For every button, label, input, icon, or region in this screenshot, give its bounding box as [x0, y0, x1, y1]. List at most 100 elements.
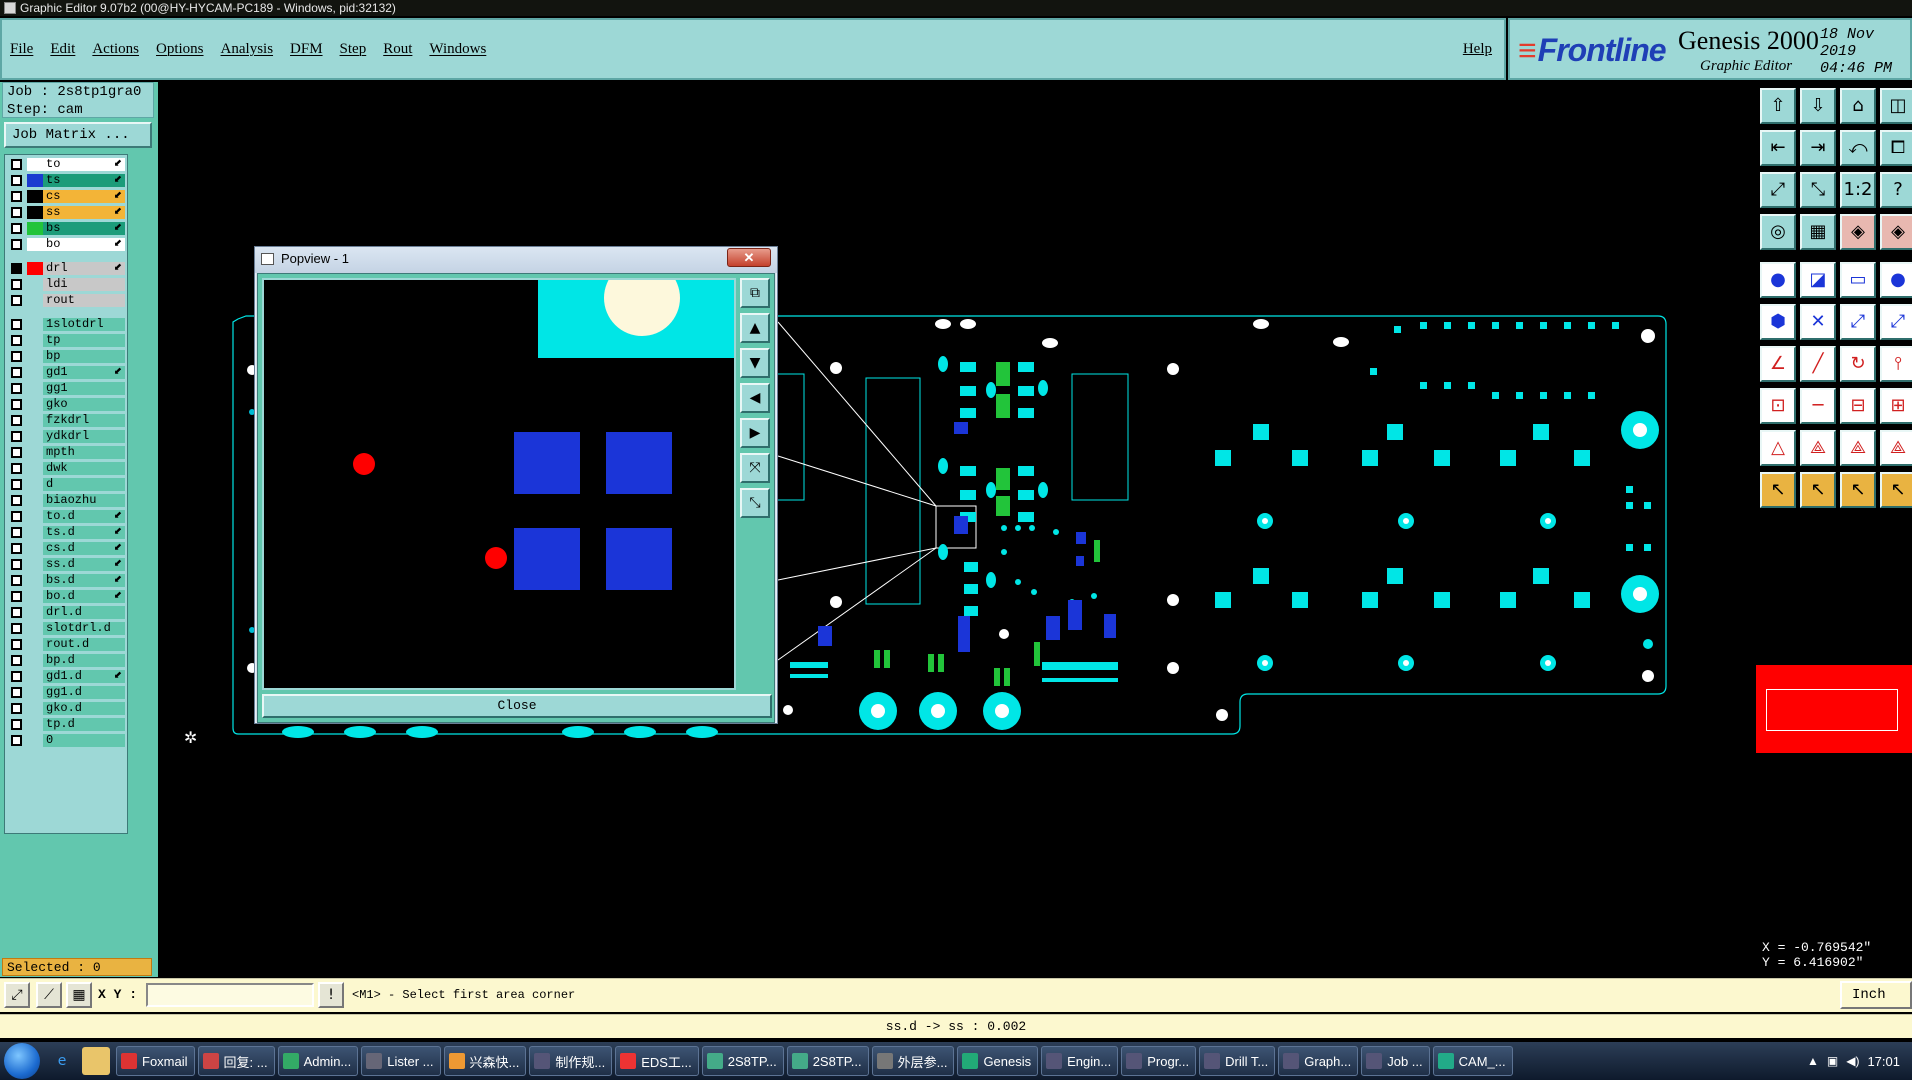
start-button[interactable]	[4, 1043, 40, 1079]
layer-row-biaozhu[interactable]: biaozhu	[8, 494, 126, 507]
pad-icon[interactable]: ●	[1760, 262, 1796, 298]
taskbar-item[interactable]: Job ...	[1361, 1046, 1430, 1076]
taskbar-item[interactable]: 制作规...	[529, 1046, 613, 1076]
ruler-icon[interactable]: ▭	[1840, 262, 1876, 298]
layer-name[interactable]: ydkdrl	[43, 430, 125, 443]
popview-titlebar[interactable]: Popview - 1 ✕	[255, 247, 777, 273]
taskbar-item[interactable]: Engin...	[1041, 1046, 1119, 1076]
layer-name[interactable]: biaozhu	[43, 494, 125, 507]
menu-file[interactable]: File	[10, 41, 33, 58]
tri-b-icon[interactable]: ⟁	[1840, 430, 1876, 466]
select-icon[interactable]: ↖	[1760, 472, 1796, 508]
layer-row-mpth[interactable]: mpth	[8, 446, 126, 459]
layer-row-d[interactable]: d	[8, 478, 126, 491]
layer-row-ts-d[interactable]: ts.d ⬋	[8, 526, 126, 539]
layer-name[interactable]: fzkdrl	[43, 414, 125, 427]
taskbar-item[interactable]: 2S8TP...	[786, 1046, 869, 1076]
select-a-icon[interactable]: ↖	[1800, 472, 1836, 508]
layer-b-icon[interactable]: ◈	[1880, 214, 1912, 250]
circle-icon[interactable]: ●	[1880, 262, 1912, 298]
layer-checkbox[interactable]	[11, 543, 22, 554]
popview-canvas[interactable]	[262, 278, 736, 690]
layer-checkbox[interactable]	[11, 447, 22, 458]
layer-checkbox[interactable]	[11, 431, 22, 442]
menu-help[interactable]: Help	[1463, 41, 1492, 58]
line-icon[interactable]: ◪	[1800, 262, 1836, 298]
layer-row-gg1[interactable]: gg1	[8, 382, 126, 395]
layer-name[interactable]: bp.d	[43, 654, 125, 667]
network-icon[interactable]: ▣	[1827, 1054, 1838, 1068]
zoom-icon[interactable]: ⤢	[1760, 172, 1796, 208]
layer-checkbox[interactable]	[11, 335, 22, 346]
xy-input[interactable]	[146, 983, 314, 1007]
select-b-icon[interactable]: ↖	[1840, 472, 1876, 508]
layer-name[interactable]: gg1	[43, 382, 125, 395]
layer-checkbox[interactable]	[11, 591, 22, 602]
layer-name[interactable]: mpth	[43, 446, 125, 459]
layer-checkbox[interactable]	[11, 159, 22, 170]
taskbar-item[interactable]: 回复: ...	[197, 1046, 275, 1076]
save-icon[interactable]: ⇩	[1800, 88, 1836, 124]
layer-name[interactable]: ldi	[43, 278, 125, 291]
alert-icon[interactable]: !	[318, 982, 344, 1008]
units-selector[interactable]: Inch	[1840, 981, 1912, 1009]
menu-dfm[interactable]: DFM	[290, 41, 323, 58]
layer-name[interactable]: gko.d	[43, 702, 125, 715]
layer-name[interactable]: 0	[43, 734, 125, 747]
taskbar-item[interactable]: 兴森快...	[443, 1046, 527, 1076]
rect-icon[interactable]: ⊡	[1760, 388, 1796, 424]
layer-checkbox[interactable]	[11, 735, 22, 746]
layer-row-fzkdrl[interactable]: fzkdrl	[8, 414, 126, 427]
layer-checkbox[interactable]	[11, 207, 22, 218]
hline-icon[interactable]: ─	[1800, 388, 1836, 424]
ie-icon[interactable]: e	[48, 1047, 76, 1075]
layer-row-ydkdrl[interactable]: ydkdrl	[8, 430, 126, 443]
menu-analysis[interactable]: Analysis	[221, 41, 274, 58]
layer-row-ss-d[interactable]: ss.d ⬋	[8, 558, 126, 571]
popview-zoom-out-icon[interactable]: ⤧	[740, 453, 770, 483]
layer-name[interactable]: tp.d	[43, 718, 125, 731]
layer-row-drl-d[interactable]: drl.d	[8, 606, 126, 619]
layer-row-cs-d[interactable]: cs.d ⬋	[8, 542, 126, 555]
layer-row-to-d[interactable]: to.d ⬋	[8, 510, 126, 523]
layer-name[interactable]: dwk	[43, 462, 125, 475]
layer-checkbox[interactable]	[11, 559, 22, 570]
layer-row-bs[interactable]: bs ⬋	[8, 222, 126, 235]
grid-icon[interactable]: ▦	[1800, 214, 1836, 250]
zoom-area-icon[interactable]: ⤢	[4, 982, 30, 1008]
taskbar-item[interactable]: Progr...	[1121, 1046, 1197, 1076]
layer-checkbox[interactable]	[11, 687, 22, 698]
layer-row-bp-d[interactable]: bp.d	[8, 654, 126, 667]
layer-checkbox[interactable]	[11, 279, 22, 290]
taskbar-item[interactable]: Lister ...	[361, 1046, 441, 1076]
layer-checkbox[interactable]	[11, 479, 22, 490]
taskbar-item[interactable]: Admin...	[277, 1046, 359, 1076]
node-icon[interactable]: ⬢	[1760, 304, 1796, 340]
menu-rout[interactable]: Rout	[383, 41, 412, 58]
popview-pan-up-icon[interactable]: ▲	[740, 313, 770, 343]
move-icon[interactable]: ⤢	[1840, 304, 1876, 340]
taskbar-item[interactable]: Graph...	[1278, 1046, 1359, 1076]
layer-checkbox[interactable]	[11, 263, 22, 274]
window-icon[interactable]: ◫	[1880, 88, 1912, 124]
layer-checkbox[interactable]	[11, 239, 22, 250]
popview-close-x-button[interactable]: ✕	[727, 248, 771, 267]
layer-name[interactable]: slotdrl.d	[43, 622, 125, 635]
menu-actions[interactable]: Actions	[92, 41, 139, 58]
triangle-icon[interactable]: △	[1760, 430, 1796, 466]
menu-windows[interactable]: Windows	[429, 41, 486, 58]
popview-pan-right-icon[interactable]: ▶	[740, 418, 770, 448]
layer-checkbox[interactable]	[11, 463, 22, 474]
popview-zoom-in-icon[interactable]: ⤡	[740, 488, 770, 518]
popview-fit-icon[interactable]: ⧉	[740, 278, 770, 308]
grid-icon[interactable]: ▦	[66, 982, 92, 1008]
layer-name[interactable]: gg1.d	[43, 686, 125, 699]
layer-row-to[interactable]: to ⬋	[8, 158, 126, 171]
help-icon[interactable]: ?	[1880, 172, 1912, 208]
layer-checkbox[interactable]	[11, 223, 22, 234]
layer-row-gd1-d[interactable]: gd1.d ⬋	[8, 670, 126, 683]
layer-checkbox[interactable]	[11, 191, 22, 202]
layer-name[interactable]: gko	[43, 398, 125, 411]
taskbar-item[interactable]: Genesis	[957, 1046, 1039, 1076]
layer-checkbox[interactable]	[11, 175, 22, 186]
